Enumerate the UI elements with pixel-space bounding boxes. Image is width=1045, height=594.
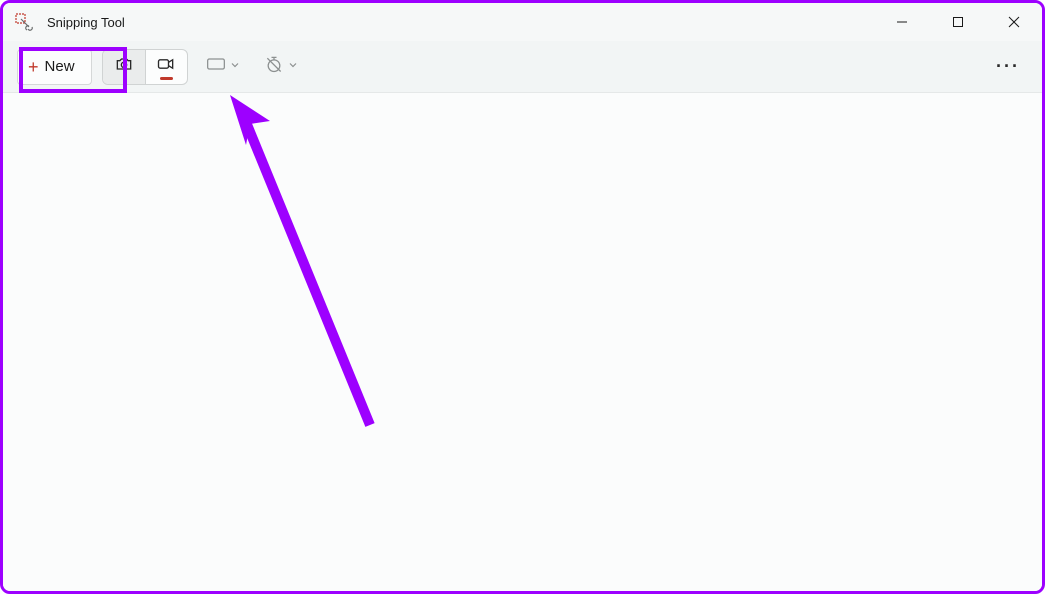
new-button-label: New — [45, 58, 75, 75]
minimize-button[interactable] — [874, 3, 930, 41]
screenshot-mode-button[interactable] — [103, 50, 145, 84]
more-options-button[interactable]: ··· — [988, 49, 1028, 85]
titlebar: Snipping Tool — [3, 3, 1042, 41]
rectangle-icon — [206, 56, 226, 77]
video-mode-button[interactable] — [145, 50, 187, 84]
snip-shape-dropdown[interactable] — [198, 49, 246, 85]
timer-off-icon — [264, 54, 284, 79]
camera-icon — [114, 54, 134, 79]
close-button[interactable] — [986, 3, 1042, 41]
app-title: Snipping Tool — [47, 15, 874, 30]
new-button[interactable]: + New — [17, 49, 92, 85]
window-frame: Snipping Tool + New — [0, 0, 1045, 594]
maximize-button[interactable] — [930, 3, 986, 41]
mode-toggle-group — [102, 49, 188, 85]
ellipsis-icon: ··· — [996, 56, 1020, 77]
plus-icon: + — [28, 58, 39, 76]
delay-dropdown[interactable] — [256, 49, 304, 85]
canvas-area — [3, 93, 1042, 591]
chevron-down-icon — [230, 60, 240, 73]
window-controls — [874, 3, 1042, 41]
video-icon — [156, 54, 176, 79]
app-icon — [15, 13, 33, 31]
chevron-down-icon — [288, 60, 298, 73]
toolbar: + New — [3, 41, 1042, 93]
